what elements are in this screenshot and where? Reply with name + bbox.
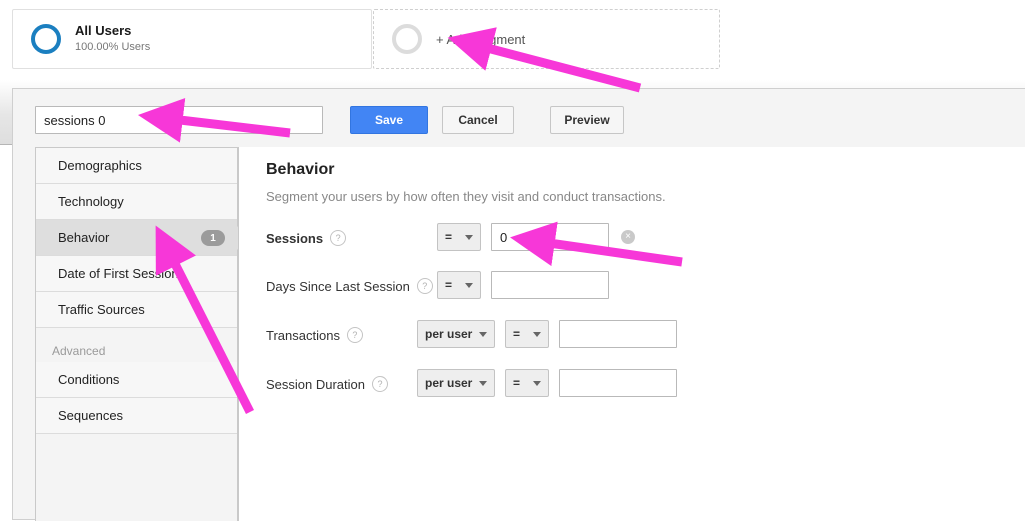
scope-select-transactions[interactable]: per user (417, 320, 495, 348)
page-subtitle: Segment your users by how often they vis… (266, 189, 666, 204)
sidebar-item-label: Traffic Sources (58, 302, 145, 317)
form-row-session-duration: Session Duration ? (266, 369, 388, 399)
form-row-sessions: Sessions ? (266, 223, 347, 253)
value-input-sessions[interactable] (491, 223, 609, 251)
operator-select-value: = (445, 230, 453, 244)
scope-select-session-duration[interactable]: per user (417, 369, 495, 397)
scope-select-value: per user (425, 376, 473, 390)
controls-sessions: = × (437, 223, 635, 251)
operator-select-value: = (445, 278, 453, 292)
help-icon[interactable]: ? (372, 376, 388, 392)
controls-transactions: per user = (417, 320, 677, 348)
operator-select-session-duration[interactable]: = (505, 369, 549, 397)
form-row-days-since-last-session: Days Since Last Session ? (266, 271, 433, 301)
segment-card-all-users[interactable]: All Users 100.00% Users (12, 9, 372, 69)
add-segment-label: + Add Segment (436, 31, 526, 47)
operator-select-value: = (513, 327, 521, 341)
page-title: Behavior (266, 161, 335, 178)
sidebar-item-technology[interactable]: Technology (36, 184, 237, 220)
sidebar-item-badge: 1 (201, 230, 225, 246)
sidebar-item-label: Demographics (58, 158, 142, 173)
circle-ring-icon (392, 24, 422, 54)
controls-session-duration: per user = (417, 369, 677, 397)
circle-ring-icon (31, 24, 61, 54)
field-label-session-duration: Session Duration (266, 376, 365, 392)
controls-days-since-last-session: = (437, 271, 609, 299)
sidebar-item-conditions[interactable]: Conditions (36, 362, 237, 398)
form-row-transactions: Transactions ? (266, 320, 363, 350)
sidebar-item-label: Behavior (58, 230, 110, 245)
cancel-button[interactable]: Cancel (442, 106, 514, 134)
value-input-session-duration[interactable] (559, 369, 677, 397)
sidebar-item-label: Sequences (58, 408, 124, 423)
field-label-days-since-last-session: Days Since Last Session (266, 278, 410, 294)
sidebar-item-label: Conditions (58, 372, 120, 387)
help-icon[interactable]: ? (346, 327, 363, 343)
add-segment-button[interactable]: + Add Segment (373, 9, 720, 69)
field-label-sessions: Sessions (266, 230, 324, 246)
segment-category-sidebar: Demographics Technology Behavior 1 Date … (35, 147, 248, 521)
remove-icon[interactable]: × (621, 230, 635, 244)
chevron-down-icon (533, 331, 541, 337)
sidebar-item-traffic-sources[interactable]: Traffic Sources (36, 292, 237, 328)
help-icon[interactable]: ? (416, 278, 433, 294)
sidebar-item-behavior[interactable]: Behavior 1 (36, 220, 248, 256)
chevron-down-icon (479, 380, 487, 386)
operator-select-sessions[interactable]: = (437, 223, 481, 251)
segment-all-users-subtitle: 100.00% Users (75, 41, 151, 54)
value-input-transactions[interactable] (559, 320, 677, 348)
segment-builder-panel: Save Cancel Preview Demographics Technol… (12, 88, 1025, 521)
field-label-transactions: Transactions (266, 327, 340, 343)
operator-select-days[interactable]: = (437, 271, 481, 299)
value-input-days[interactable] (491, 271, 609, 299)
chevron-down-icon (479, 331, 487, 337)
scope-select-value: per user (425, 327, 473, 341)
sidebar-advanced-header: Advanced (36, 328, 237, 362)
chevron-down-icon (465, 282, 473, 288)
preview-button[interactable]: Preview (550, 106, 624, 134)
segment-builder-toolbar: Save Cancel Preview (13, 89, 1025, 147)
chevron-down-icon (465, 234, 473, 240)
chevron-down-icon (533, 380, 541, 386)
operator-select-value: = (513, 376, 521, 390)
segment-name-input[interactable] (35, 106, 323, 134)
sidebar-item-demographics[interactable]: Demographics (36, 148, 237, 184)
sidebar-item-label: Date of First Session (58, 266, 179, 281)
segment-builder-content: Behavior Segment your users by how often… (238, 147, 1025, 521)
save-button[interactable]: Save (350, 106, 428, 134)
segment-all-users-text: All Users 100.00% Users (75, 23, 150, 55)
segment-strip: All Users 100.00% Users + Add Segment (0, 0, 1025, 80)
segment-all-users-title: All Users (75, 23, 132, 38)
sidebar-item-label: Technology (58, 194, 124, 209)
sidebar-item-date-of-first-session[interactable]: Date of First Session (36, 256, 237, 292)
operator-select-transactions[interactable]: = (505, 320, 549, 348)
sidebar-item-sequences[interactable]: Sequences (36, 398, 237, 434)
help-icon[interactable]: ? (330, 230, 347, 246)
